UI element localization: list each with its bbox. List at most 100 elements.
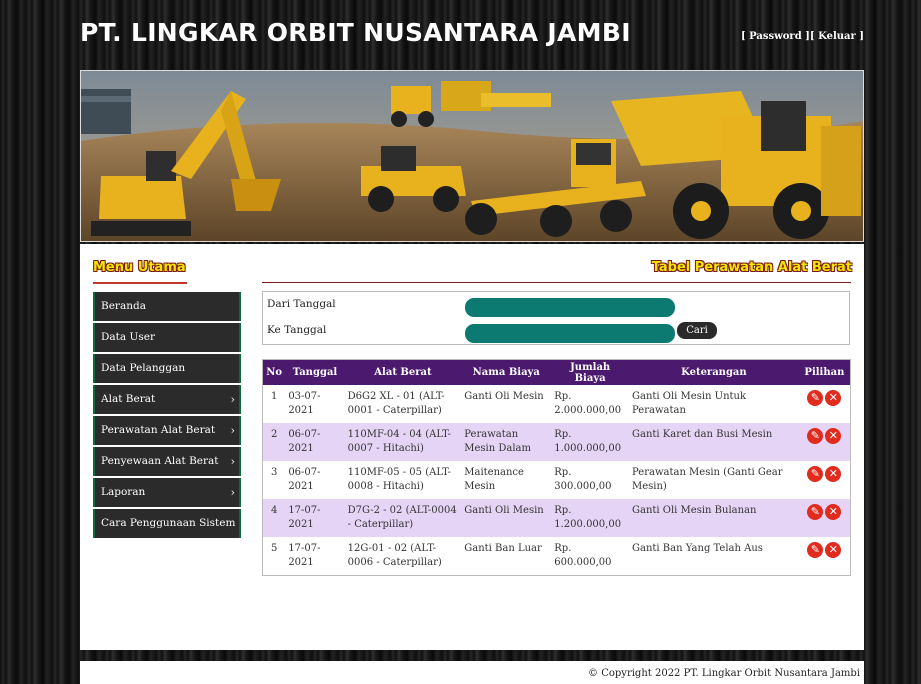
to-date-label: Ke Tanggal (267, 324, 327, 336)
edit-icon[interactable]: ✎ (807, 390, 824, 406)
cell-jumlah-biaya: Rp. 1.200.000,00 (551, 499, 629, 537)
cell-no: 2 (262, 423, 286, 461)
cell-nama-biaya: Ganti Ban Luar (461, 537, 552, 576)
cell-tanggal: 06-07-2021 (285, 423, 345, 461)
edit-icon[interactable]: ✎ (807, 542, 824, 558)
cell-actions: ✎ ✕ (798, 385, 851, 423)
cell-nama-biaya: Ganti Oli Mesin (461, 499, 552, 537)
delete-icon[interactable]: ✕ (825, 390, 842, 406)
table-header-row: No Tanggal Alat Berat Nama Biaya Jumlah … (262, 359, 851, 385)
sidebar-item-label: Cara Penggunaan Sistem (101, 517, 236, 529)
page-title-underline (262, 282, 851, 283)
table-row: 5 17-07-2021 12G-01 - 02 (ALT-0006 - Cat… (262, 537, 851, 576)
column-header: Pilihan (798, 359, 851, 385)
cell-tanggal: 03-07-2021 (285, 385, 345, 423)
cell-no: 3 (262, 461, 286, 499)
cell-jumlah-biaya: Rp. 2.000.000,00 (551, 385, 629, 423)
sidebar-item-penyewaan-alat-berat[interactable]: Penyewaan Alat Berat › (93, 447, 241, 476)
header-banner (80, 70, 864, 242)
heavy-equipment-illustration (81, 71, 863, 241)
date-filter-form: Dari Tanggal Ke Tanggal Cari (262, 291, 850, 345)
cell-alat-berat: 12G-01 - 02 (ALT-0006 - Caterpillar) (344, 537, 462, 576)
sidebar-item-alat-berat[interactable]: Alat Berat › (93, 385, 241, 414)
cell-jumlah-biaya: Rp. 300.000,00 (551, 461, 629, 499)
cell-nama-biaya: Perawatan Mesin Dalam (461, 423, 552, 461)
menu-heading: Menu Utama (93, 260, 186, 275)
footer: © Copyright 2022 PT. Lingkar Orbit Nusan… (80, 661, 864, 684)
cell-actions: ✎ ✕ (798, 537, 851, 576)
site-title: PT. LINGKAR ORBIT NUSANTARA JAMBI (80, 18, 631, 47)
cell-no: 4 (262, 499, 286, 537)
sidebar-item-label: Penyewaan Alat Berat (101, 455, 219, 467)
cell-tanggal: 06-07-2021 (285, 461, 345, 499)
from-date-input[interactable] (465, 298, 675, 317)
to-date-input[interactable] (465, 324, 675, 343)
from-date-label: Dari Tanggal (267, 298, 336, 310)
cell-alat-berat: D7G-2 - 02 (ALT-0004 - Caterpillar) (344, 499, 462, 537)
cell-keterangan: Perawatan Mesin (Ganti Gear Mesin) (629, 461, 799, 499)
cell-nama-biaya: Maitenance Mesin (461, 461, 552, 499)
sidebar-item-laporan[interactable]: Laporan › (93, 478, 241, 507)
password-link[interactable]: [ Password ] (741, 31, 810, 42)
top-links: [ Password ][ Keluar ] (741, 31, 864, 42)
cell-tanggal: 17-07-2021 (285, 537, 345, 576)
column-header: Tanggal (285, 359, 345, 385)
sidebar-item-data-pelanggan[interactable]: Data Pelanggan (93, 354, 241, 383)
table-row: 3 06-07-2021 110MF-05 - 05 (ALT-0008 - H… (262, 461, 851, 499)
cell-tanggal: 17-07-2021 (285, 499, 345, 537)
sidebar-item-label: Data User (101, 331, 155, 343)
sidebar-item-data-user[interactable]: Data User (93, 323, 241, 352)
page-title: Tabel Perawatan Alat Berat (651, 260, 852, 275)
chevron-right-icon: › (230, 424, 235, 437)
sidebar-item-beranda[interactable]: Beranda (93, 292, 241, 321)
chevron-right-icon: › (230, 486, 235, 499)
edit-icon[interactable]: ✎ (807, 504, 824, 520)
sidebar-item-label: Alat Berat (101, 393, 156, 405)
cell-alat-berat: D6G2 XL - 01 (ALT-0001 - Caterpillar) (344, 385, 462, 423)
sidebar-item-label: Beranda (101, 300, 146, 312)
cell-keterangan: Ganti Oli Mesin Untuk Perawatan (629, 385, 799, 423)
chevron-right-icon: › (230, 393, 235, 406)
sidebar-item-label: Laporan (101, 486, 146, 498)
sidebar-item-cara-penggunaan[interactable]: Cara Penggunaan Sistem (93, 509, 241, 538)
cell-jumlah-biaya: Rp. 600.000,00 (551, 537, 629, 576)
delete-icon[interactable]: ✕ (825, 466, 842, 482)
chevron-right-icon: › (230, 455, 235, 468)
menu-heading-underline (93, 282, 187, 284)
content-panel: Menu Utama Beranda Data User Data Pelang… (80, 244, 864, 650)
cell-no: 5 (262, 537, 286, 576)
page-wrapper: PT. LINGKAR ORBIT NUSANTARA JAMBI [ Pass… (80, 0, 864, 684)
search-button[interactable]: Cari (677, 322, 717, 339)
cell-jumlah-biaya: Rp. 1.000.000,00 (551, 423, 629, 461)
delete-icon[interactable]: ✕ (825, 542, 842, 558)
sidebar-menu: Beranda Data User Data Pelanggan Alat Be… (93, 292, 241, 540)
column-header: No (262, 359, 286, 385)
table-row: 1 03-07-2021 D6G2 XL - 01 (ALT-0001 - Ca… (262, 385, 851, 423)
cell-keterangan: Ganti Ban Yang Telah Aus (629, 537, 799, 576)
edit-icon[interactable]: ✎ (807, 428, 824, 444)
logout-link[interactable]: [ Keluar ] (810, 31, 864, 42)
cell-keterangan: Ganti Karet dan Busi Mesin (629, 423, 799, 461)
column-header: Jumlah Biaya (551, 359, 629, 385)
delete-icon[interactable]: ✕ (825, 504, 842, 520)
column-header: Alat Berat (344, 359, 462, 385)
column-header: Keterangan (629, 359, 799, 385)
table-row: 2 06-07-2021 110MF-04 - 04 (ALT-0007 - H… (262, 423, 851, 461)
sidebar-item-label: Perawatan Alat Berat (101, 424, 216, 436)
cell-nama-biaya: Ganti Oli Mesin (461, 385, 552, 423)
sidebar-item-label: Data Pelanggan (101, 362, 186, 374)
cell-no: 1 (262, 385, 286, 423)
cell-alat-berat: 110MF-05 - 05 (ALT-0008 - Hitachi) (344, 461, 462, 499)
copyright-text: © Copyright 2022 PT. Lingkar Orbit Nusan… (588, 668, 860, 679)
edit-icon[interactable]: ✎ (807, 466, 824, 482)
sidebar-item-perawatan-alat-berat[interactable]: Perawatan Alat Berat › (93, 416, 241, 445)
cell-actions: ✎ ✕ (798, 499, 851, 537)
maintenance-table: No Tanggal Alat Berat Nama Biaya Jumlah … (262, 359, 851, 576)
cell-actions: ✎ ✕ (798, 423, 851, 461)
delete-icon[interactable]: ✕ (825, 428, 842, 444)
cell-keterangan: Ganti Oli Mesin Bulanan (629, 499, 799, 537)
table-row: 4 17-07-2021 D7G-2 - 02 (ALT-0004 - Cate… (262, 499, 851, 537)
cell-alat-berat: 110MF-04 - 04 (ALT-0007 - Hitachi) (344, 423, 462, 461)
column-header: Nama Biaya (461, 359, 552, 385)
cell-actions: ✎ ✕ (798, 461, 851, 499)
